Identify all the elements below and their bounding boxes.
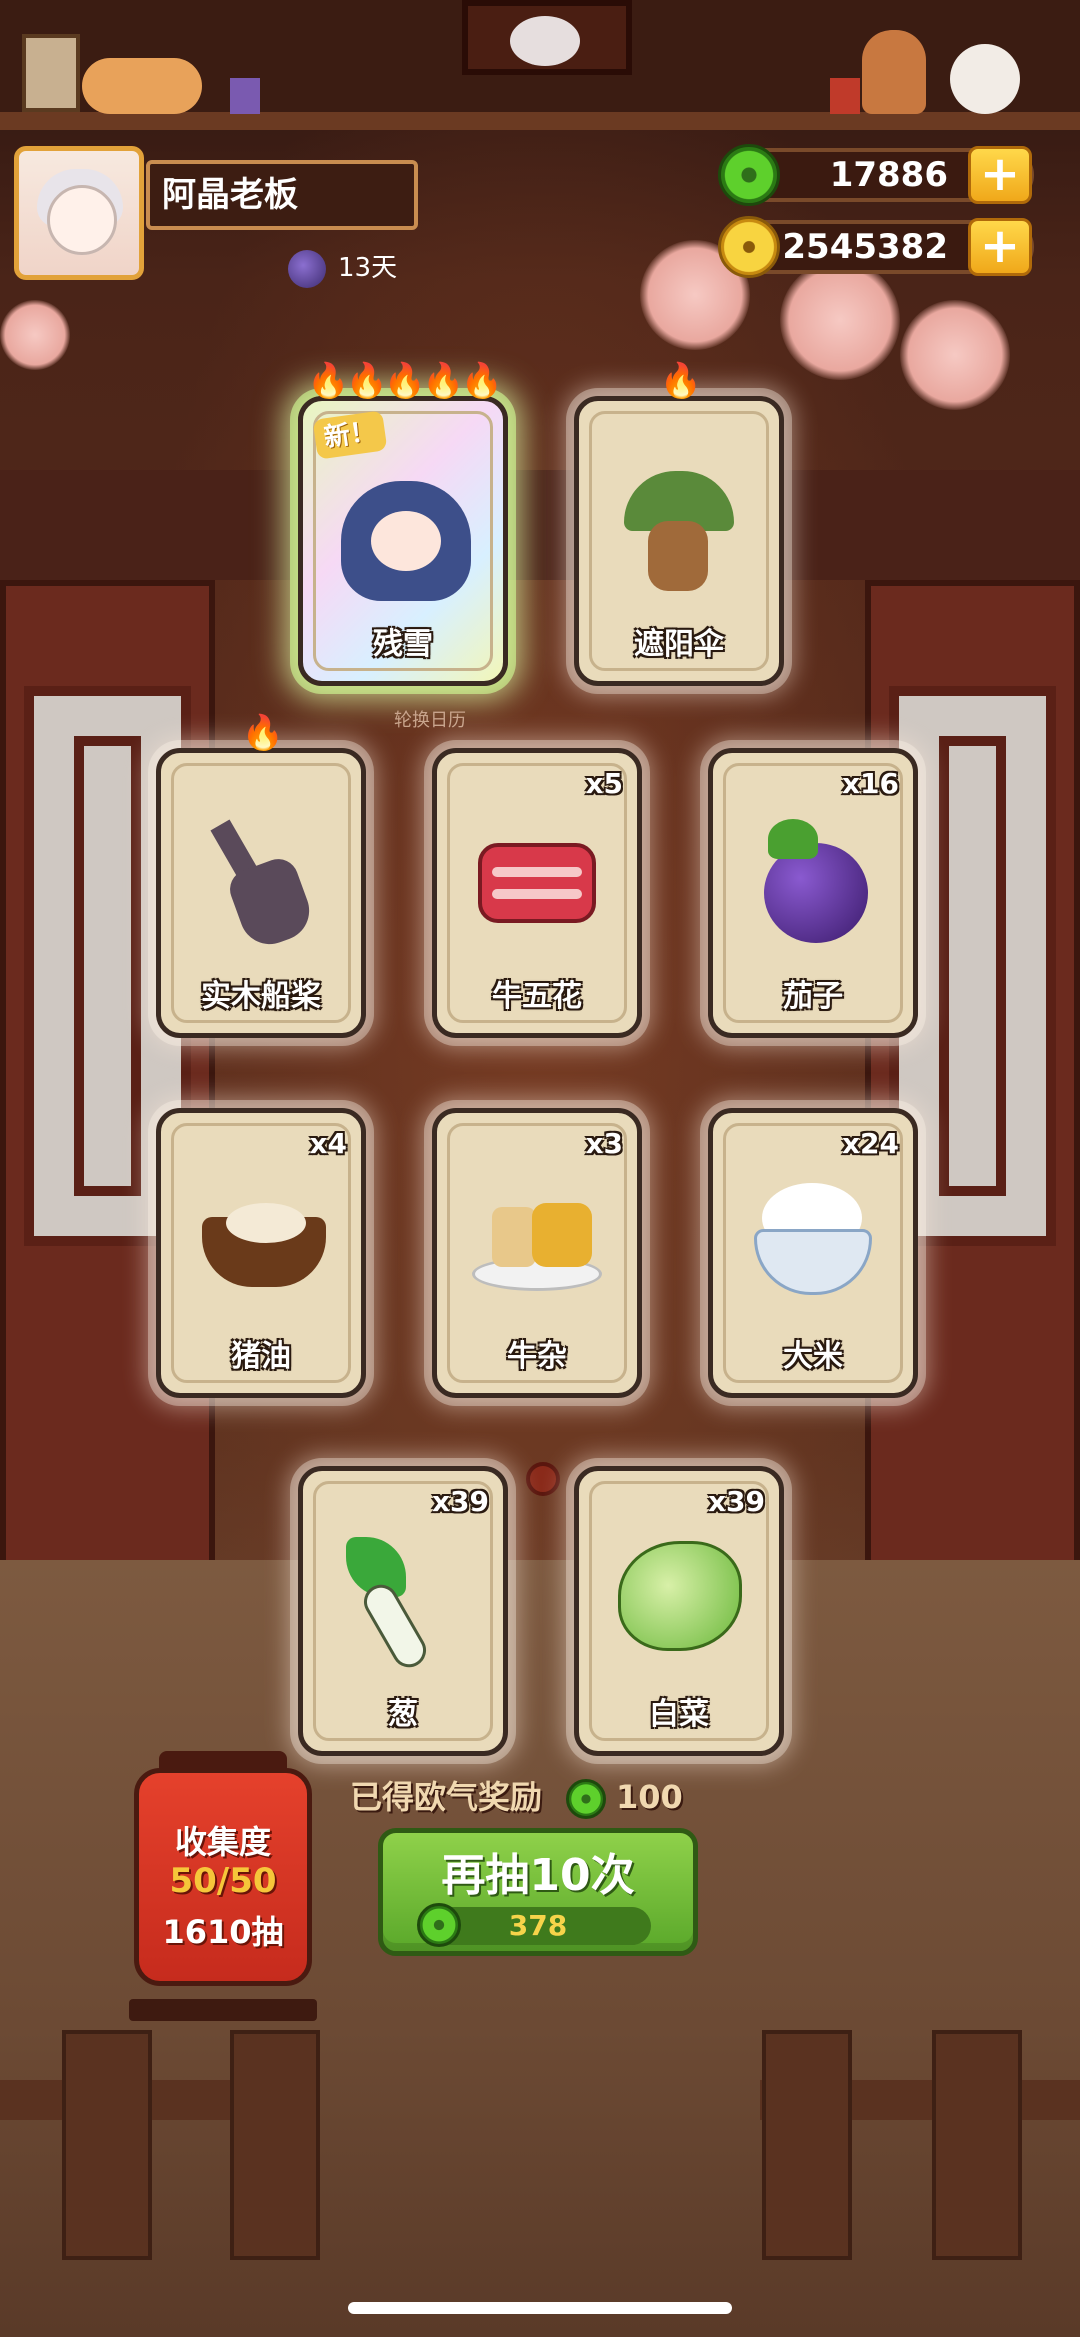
railing-post [762,2030,852,2260]
calendar-icon [288,249,326,288]
card-name: 葱 [388,1697,418,1732]
jar-decoration-icon [230,78,260,114]
item-count: x24 [841,1127,899,1160]
card-item[interactable]: x39 白菜 [574,1466,784,1756]
item-count: x5 [585,767,623,800]
right-lattice-door [865,580,1080,1570]
card-name: 实木船桨 [201,979,321,1014]
item-count: x16 [841,767,899,800]
item-count: x39 [431,1485,489,1518]
parasol-icon [614,461,744,591]
collection-progress-value: 50/50 [169,1861,277,1901]
chef-figure-icon [862,30,926,114]
top-portrait-frame [462,0,632,75]
card-item[interactable]: x24 大米 [708,1108,918,1398]
wooden-oar-icon [196,813,326,953]
top-shelf [0,112,1080,130]
draw-cost: 378 [417,1903,651,1947]
portrait-character-icon [510,16,580,66]
beef-brisket-icon [472,813,602,943]
jar-decoration-icon [830,78,860,114]
card-item[interactable]: x3 牛杂 [432,1108,642,1398]
add-jade-button[interactable]: + [968,146,1032,204]
beef-offal-icon [472,1173,602,1303]
jade-icon [718,144,780,206]
blossom-icon [900,300,1010,410]
item-count: x39 [707,1485,765,1518]
rotation-calendar-label: 轮换日历 [394,710,466,731]
card-name: 茄子 [783,979,843,1014]
card-item[interactable]: x16 茄子 [708,748,918,1038]
days-counter: 13天 [288,248,397,288]
rarity-flames: 🔥🔥🔥🔥🔥 [307,361,503,401]
jade-icon [417,1903,461,1947]
railing-post [932,2030,1022,2260]
card-item[interactable]: 🔥 实木船桨 [156,713,366,1038]
card-featured-canxue[interactable]: 🔥🔥🔥🔥🔥 新！ 残雪 [298,361,508,686]
player-name[interactable]: 阿晶老板 [146,160,418,230]
card-name: 白菜 [649,1697,709,1732]
card-name: 牛五花 [492,979,582,1014]
card-name: 大米 [783,1339,843,1374]
railing-post [62,2030,152,2260]
jade-icon [566,1779,607,1819]
blossom-icon [0,300,70,370]
rarity-flames: 🔥 [241,713,284,753]
home-indicator[interactable] [348,2302,732,2314]
card-name: 遮阳伞 [634,627,724,662]
card-item[interactable]: x5 牛五花 [432,748,642,1038]
middle-beam [0,470,1080,580]
draw-cost-value: 378 [508,1909,568,1942]
card-item[interactable]: x4 猪油 [156,1108,366,1398]
item-count: x3 [585,1127,623,1160]
draw-button-label: 再抽10次 [441,1850,635,1901]
coin-icon [718,216,780,278]
reward-label: 已得欧气奖励 [350,1778,543,1816]
luck-reward: 已得欧气奖励 100 [350,1772,683,1822]
card-featured-zheyangsan[interactable]: 🔥 遮阳伞 [574,361,784,686]
total-draws: 1610抽 [162,1913,284,1951]
days-label: 13天 [338,253,398,283]
railing-post [230,2030,320,2260]
lard-bowl-icon [196,1173,326,1303]
eggplant-icon [748,813,878,943]
collection-title: 收集度 [174,1823,271,1861]
item-count: x4 [309,1127,347,1160]
wall-scroll-icon [22,34,80,112]
blossom-icon [780,260,900,380]
collection-progress[interactable]: 收集度 50/50 1610抽 [129,1751,317,2021]
scallion-icon [338,1531,468,1674]
card-name: 牛杂 [507,1339,567,1374]
napa-cabbage-icon [614,1531,744,1661]
card-name: 残雪 [373,627,433,662]
player-avatar[interactable] [14,146,144,280]
ornament-icon [526,1462,560,1496]
rice-bowl-icon [748,1173,878,1303]
draw-10-button[interactable]: 再抽10次 378 [378,1828,698,1956]
white-cat-icon [950,44,1020,114]
card-name: 猪油 [231,1339,291,1374]
add-coins-button[interactable]: + [968,218,1032,276]
rarity-flames: 🔥 [659,361,702,401]
card-item[interactable]: x39 葱 [298,1466,508,1756]
cat-decoration-icon [82,58,202,114]
reward-amount: 100 [616,1778,683,1816]
character-art-icon [331,451,481,601]
